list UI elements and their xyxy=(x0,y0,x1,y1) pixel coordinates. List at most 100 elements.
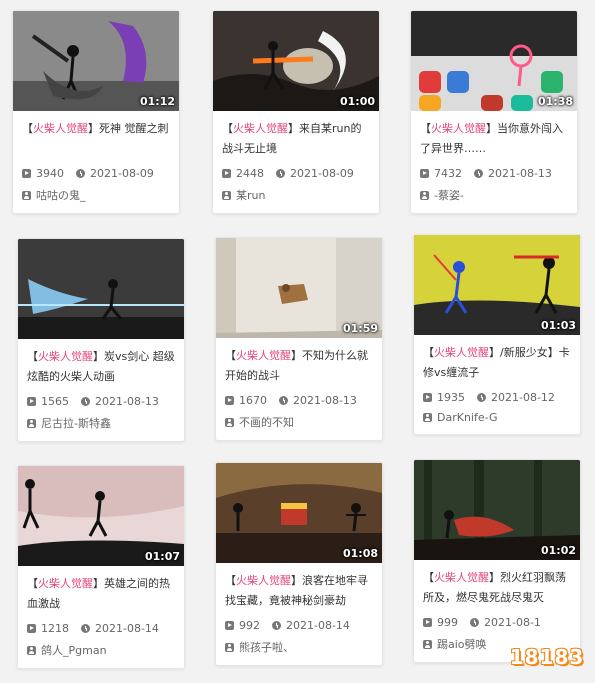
title-bracket: 【 xyxy=(423,346,434,359)
video-thumbnail[interactable]: 01:38 xyxy=(411,11,577,111)
clock-icon xyxy=(272,620,281,630)
video-title[interactable]: 【火柴人觉醒】英雄之间的热血激战 xyxy=(27,574,175,614)
title-bracket: 【 xyxy=(27,577,38,590)
video-card[interactable]: 01:59 【火柴人觉醒】不知为什么就开始的战斗 1670 2021-08-13… xyxy=(215,237,383,441)
play-count-icon xyxy=(22,168,31,178)
video-author[interactable]: 咕咕の鬼_ xyxy=(22,187,170,203)
upload-date: 2021-08-14 xyxy=(95,621,159,635)
video-title[interactable]: 【火柴人觉醒】当你意外闯入了异世界…… xyxy=(420,119,568,159)
upload-date: 2021-08-13 xyxy=(488,166,552,180)
video-title[interactable]: 【火柴人觉醒】浪客在地牢寻找宝藏，竟被神秘剑豪劫 xyxy=(225,571,373,611)
user-icon xyxy=(27,645,36,655)
clock-icon xyxy=(76,168,85,178)
user-icon xyxy=(222,190,231,200)
video-duration: 01:02 xyxy=(540,544,576,557)
video-author[interactable]: -蔡姿- xyxy=(420,187,568,203)
video-tag: 火柴人觉醒 xyxy=(38,350,93,363)
video-card[interactable]: 01:02 【火柴人觉醒】烈火红羽飘荡所及，燃尽鬼死战尽鬼灭 999 2021-… xyxy=(413,459,581,663)
clock-icon xyxy=(279,395,288,405)
video-card[interactable]: 【火柴人觉醒】炭vs剑心 超级炫酷的火柴人动画 1565 2021-08-13 … xyxy=(17,238,185,442)
author-name: DarKnife-G xyxy=(437,411,498,424)
video-duration: 01:03 xyxy=(540,319,576,332)
user-icon xyxy=(420,190,429,200)
video-card[interactable]: 01:07 【火柴人觉醒】英雄之间的热血激战 1218 2021-08-14 鸽… xyxy=(17,465,185,669)
play-count-icon xyxy=(27,623,36,633)
video-tag: 火柴人觉醒 xyxy=(434,571,489,584)
video-author[interactable]: 不画的不知 xyxy=(225,414,373,430)
video-meta: 7432 2021-08-13 xyxy=(420,165,568,181)
video-author[interactable]: DarKnife-G xyxy=(423,411,571,424)
title-bracket: 【 xyxy=(225,349,236,362)
author-name: -蔡姿- xyxy=(434,189,464,202)
video-author[interactable]: 尼古拉-斯特鑫 xyxy=(27,415,175,431)
upload-date: 2021-08-13 xyxy=(293,393,357,407)
video-thumbnail[interactable]: 01:07 xyxy=(18,466,184,566)
video-duration: 01:00 xyxy=(339,95,375,108)
video-thumbnail[interactable]: 01:59 xyxy=(216,238,382,338)
video-author[interactable]: 熊孩子啦、 xyxy=(225,639,373,655)
video-tag: 火柴人觉醒 xyxy=(431,122,486,135)
video-duration: 01:38 xyxy=(537,95,573,108)
author-name: 熊孩子啦、 xyxy=(239,641,294,654)
title-bracket: 【 xyxy=(27,350,38,363)
video-meta: 1218 2021-08-14 xyxy=(27,620,175,636)
video-tag: 火柴人觉醒 xyxy=(434,346,489,359)
video-author[interactable]: 某run xyxy=(222,187,370,203)
video-duration: 01:08 xyxy=(342,547,378,560)
clock-icon xyxy=(474,168,483,178)
video-thumbnail[interactable]: 01:03 xyxy=(414,235,580,335)
author-name: 鸽人_Pgman xyxy=(41,644,107,657)
video-card[interactable]: 01:03 【火柴人觉醒】/新服少女】卡修vs缠流子 1935 2021-08-… xyxy=(413,234,581,435)
video-meta: 999 2021-08-1 xyxy=(423,614,571,630)
upload-date: 2021-08-09 xyxy=(290,166,354,180)
video-thumbnail[interactable]: 01:12 xyxy=(13,11,179,111)
video-title[interactable]: 【火柴人觉醒】不知为什么就开始的战斗 xyxy=(225,346,373,386)
video-card[interactable]: 01:00 【火柴人觉醒】来自某run的战斗无止境 2448 2021-08-0… xyxy=(212,10,380,214)
title-bracket: 【 xyxy=(225,574,236,587)
video-title[interactable]: 【火柴人觉醒】烈火红羽飘荡所及，燃尽鬼死战尽鬼灭 xyxy=(423,568,571,608)
watermark-text: 18183 xyxy=(509,645,585,669)
video-card[interactable]: 01:12 【火柴人觉醒】死神 觉醒之刺 3940 2021-08-09 咕咕の… xyxy=(12,10,180,214)
video-thumbnail[interactable] xyxy=(18,239,184,339)
video-title[interactable]: 【火柴人觉醒】/新服少女】卡修vs缠流子 xyxy=(423,343,571,383)
video-title[interactable]: 【火柴人觉醒】死神 觉醒之刺 xyxy=(22,119,170,159)
user-icon xyxy=(225,642,234,652)
user-icon xyxy=(225,417,234,427)
video-thumbnail[interactable]: 01:08 xyxy=(216,463,382,563)
video-duration: 01:59 xyxy=(342,322,378,335)
title-bracket: 【 xyxy=(420,122,431,135)
play-count-icon xyxy=(225,395,234,405)
title-bracket: 【 xyxy=(222,122,233,135)
upload-date: 2021-08-09 xyxy=(90,166,154,180)
video-tag: 火柴人觉醒 xyxy=(38,577,93,590)
play-count-icon xyxy=(225,620,234,630)
clock-icon xyxy=(276,168,285,178)
video-author[interactable]: 鸽人_Pgman xyxy=(27,642,175,658)
video-meta: 1670 2021-08-13 xyxy=(225,392,373,408)
play-count: 1218 xyxy=(41,621,69,635)
video-tag: 火柴人觉醒 xyxy=(236,349,291,362)
play-count: 3940 xyxy=(36,166,64,180)
video-card[interactable]: 01:38 【火柴人觉醒】当你意外闯入了异世界…… 7432 2021-08-1… xyxy=(410,10,578,214)
video-title[interactable]: 【火柴人觉醒】炭vs剑心 超级炫酷的火柴人动画 xyxy=(27,347,175,387)
play-count: 1935 xyxy=(437,390,465,404)
video-title[interactable]: 【火柴人觉醒】来自某run的战斗无止境 xyxy=(222,119,370,159)
play-count: 992 xyxy=(239,618,260,632)
video-thumbnail[interactable]: 01:00 xyxy=(213,11,379,111)
video-meta: 1565 2021-08-13 xyxy=(27,393,175,409)
video-tag: 火柴人觉醒 xyxy=(236,574,291,587)
video-thumbnail[interactable]: 01:02 xyxy=(414,460,580,560)
video-tag: 火柴人觉醒 xyxy=(33,122,88,135)
play-count: 7432 xyxy=(434,166,462,180)
video-card[interactable]: 01:08 【火柴人觉醒】浪客在地牢寻找宝藏，竟被神秘剑豪劫 992 2021-… xyxy=(215,462,383,666)
user-icon xyxy=(423,639,432,649)
user-icon xyxy=(22,190,31,200)
upload-date: 2021-08-12 xyxy=(491,390,555,404)
play-count: 999 xyxy=(437,615,458,629)
video-meta: 1935 2021-08-12 xyxy=(423,389,571,405)
clock-icon xyxy=(81,396,90,406)
video-title-text: 】死神 觉醒之刺 xyxy=(88,122,169,135)
user-icon xyxy=(423,413,432,422)
user-icon xyxy=(27,418,36,428)
clock-icon xyxy=(477,392,486,402)
